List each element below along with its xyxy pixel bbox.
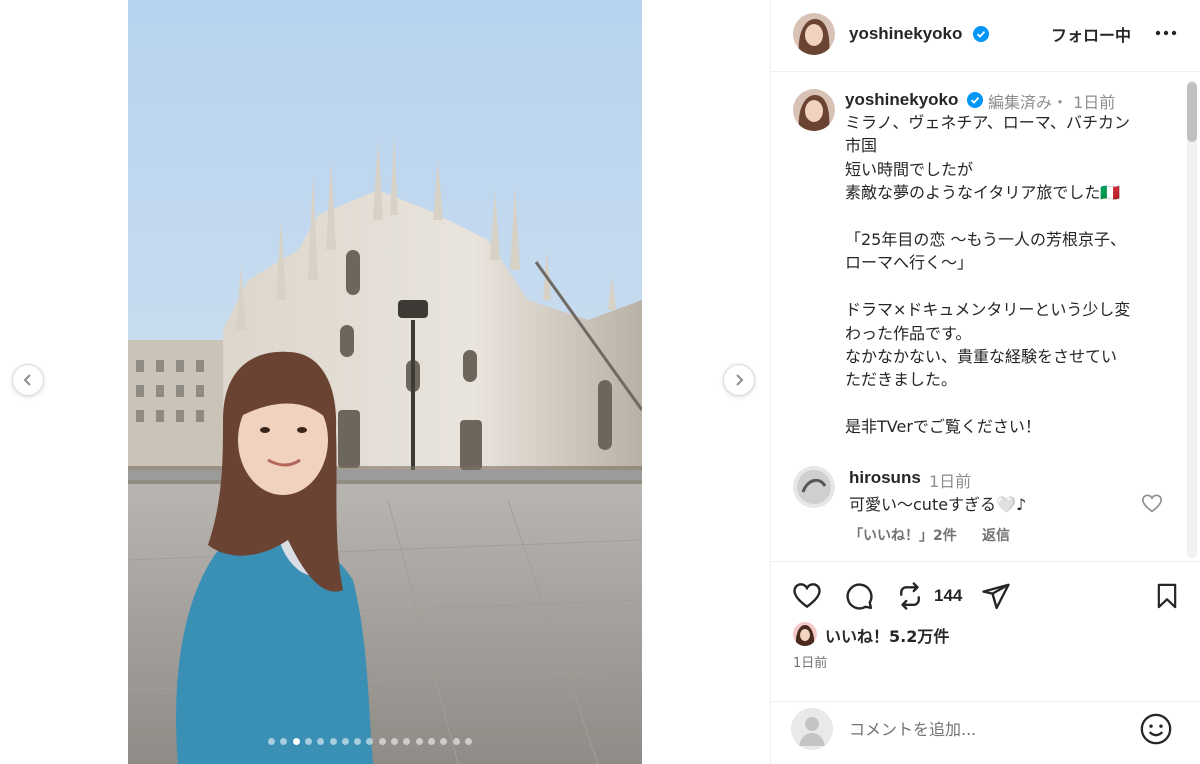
slide-dot <box>354 738 362 745</box>
comment-time: 1日前 <box>929 472 972 491</box>
caption-line: 市国 <box>845 136 878 156</box>
author-avatar[interactable] <box>793 13 835 55</box>
previous-slide-button[interactable] <box>12 364 44 396</box>
likes-count[interactable]: いいね！5.2万件 <box>825 623 949 647</box>
caption-line: 是非TVerでご覧ください！ <box>845 417 1041 437</box>
verified-badge-icon <box>973 26 989 42</box>
liker-avatar[interactable] <box>793 622 817 646</box>
caption-line: わった作品です。 <box>845 323 972 343</box>
caption-line: ミラノ、ヴェネチア、ローマ、バチカン <box>845 113 1130 132</box>
repost-icon <box>900 582 920 610</box>
caption-line <box>845 205 1165 228</box>
caption-line <box>845 392 1165 415</box>
emoji-icon[interactable] <box>1139 712 1173 746</box>
add-comment-bar <box>771 701 1200 764</box>
slide-dot <box>317 738 325 745</box>
caption-text: ミラノ、ヴェネチア、ローマ、バチカン 市国短い時間でしたが素敵な夢のようなイタリア… <box>845 111 1165 439</box>
repost-count: 144 <box>934 586 963 605</box>
more-horizontal-icon <box>1155 30 1177 36</box>
post-timestamp[interactable]: 1日前 <box>793 652 827 671</box>
caption-username[interactable]: yoshinekyoko <box>845 90 958 110</box>
slide-dot <box>280 738 288 745</box>
comments-section[interactable]: yoshinekyoko 編集済み・ 1日前 ミラノ、ヴェネチア、ローマ、バチカ… <box>771 73 1200 560</box>
caption-line: 「25年目の恋 〜もう一人の芳根京子、 <box>845 230 1126 250</box>
slide-dot <box>464 738 472 745</box>
following-button[interactable]: フォロー中 <box>1051 22 1131 46</box>
comment-input[interactable] <box>849 714 1119 744</box>
comment-text: 可愛い〜cuteすぎる🤍♪ <box>849 495 1027 514</box>
caption-line: ローマへ行く〜」 <box>845 253 974 273</box>
caption-author-avatar[interactable] <box>793 89 835 131</box>
slide-dot <box>427 738 435 745</box>
verified-badge-icon <box>967 92 983 108</box>
slide-dot <box>341 738 349 745</box>
caption-line: ただきました。 <box>845 370 958 390</box>
caption-line <box>845 275 1165 298</box>
like-button[interactable] <box>791 580 823 612</box>
current-user-avatar <box>791 708 833 750</box>
post-photo[interactable] <box>128 0 642 764</box>
save-button[interactable] <box>1151 580 1183 612</box>
slide-dot <box>304 738 312 745</box>
more-options-button[interactable] <box>1153 20 1179 46</box>
bookmark-icon <box>1157 583 1177 609</box>
caption-line: ドラマ×ドキュメンタリーという少し変 <box>845 300 1131 320</box>
caption-line: なかなかない、貴重な経験をさせてい <box>845 347 1118 367</box>
slide-dot <box>378 738 386 745</box>
comment-button[interactable] <box>843 580 875 612</box>
slide-dot <box>391 738 398 745</box>
caption-line: 素敵な夢のようなイタリア旅でした🇮🇹 <box>845 183 1121 203</box>
share-button[interactable] <box>980 580 1012 612</box>
repost-button[interactable] <box>894 580 926 612</box>
comment-like-icon[interactable] <box>1141 493 1163 515</box>
user-placeholder-icon <box>791 708 833 750</box>
slide-dot <box>440 738 448 745</box>
slide-dot <box>452 738 460 745</box>
slide-dot <box>329 738 337 745</box>
slide-indicator <box>0 738 770 748</box>
caption-meta: 編集済み・ 1日前 <box>988 93 1116 112</box>
paper-plane-icon <box>982 583 1010 610</box>
media-viewer <box>0 0 770 764</box>
commenter-username[interactable]: hirosuns <box>849 468 921 488</box>
post-side-panel: yoshinekyoko フォロー中 yoshinekyoko 編集済み・ 1日… <box>770 0 1200 764</box>
speech-bubble-icon <box>846 583 873 610</box>
slide-dot <box>403 738 411 745</box>
chevron-right-icon <box>736 374 744 386</box>
slide-dot <box>415 738 423 745</box>
scrollbar-thumb[interactable] <box>1187 82 1197 142</box>
chevron-left-icon <box>23 374 31 386</box>
next-slide-button[interactable] <box>723 364 755 396</box>
comment-likes-count[interactable]: 「いいね！」2件 <box>849 525 957 545</box>
heart-icon <box>793 583 821 609</box>
author-username[interactable]: yoshinekyoko <box>849 24 962 44</box>
slide-dot <box>366 738 374 745</box>
comment-reply-button[interactable]: 返信 <box>982 525 1010 545</box>
post-actions: 144 いいね！5.2万件 1日前 <box>771 561 1200 701</box>
post-header: yoshinekyoko フォロー中 <box>771 0 1200 72</box>
slide-dot <box>292 738 300 745</box>
slide-dot <box>268 738 275 745</box>
caption-line: 短い時間でしたが <box>845 159 974 179</box>
commenter-avatar[interactable] <box>793 466 835 508</box>
scrollbar-track[interactable] <box>1187 80 1197 558</box>
